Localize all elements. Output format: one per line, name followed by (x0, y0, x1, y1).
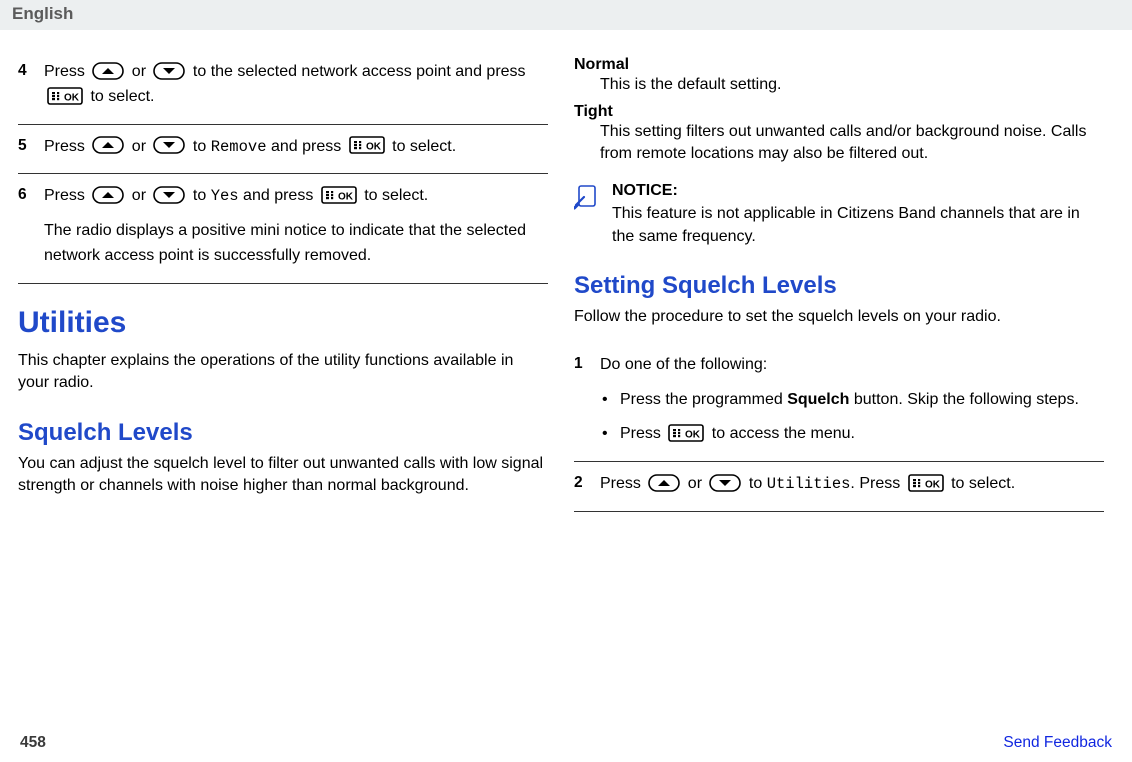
notice-text: NOTICE: This feature is not applicable i… (612, 180, 1104, 248)
mono-text: Yes (211, 187, 239, 205)
up-arrow-icon (648, 474, 680, 492)
bold-text: Squelch (787, 391, 849, 408)
step-body: Do one of the following: • Press the pro… (600, 353, 1104, 457)
bullet-item: • Press the programmed Squelch button. S… (602, 388, 1104, 413)
up-arrow-icon (92, 186, 124, 204)
header-language: English (0, 0, 1132, 30)
step-number: 2 (574, 472, 600, 492)
squelch-levels-heading: Squelch Levels (18, 419, 548, 447)
down-arrow-icon (709, 474, 741, 492)
utilities-intro: This chapter explains the operations of … (18, 350, 548, 395)
svg-text:OK: OK (366, 142, 382, 153)
utilities-heading: Utilities (18, 306, 548, 340)
ok-menu-icon: OK (908, 474, 944, 492)
step-body: Press or to the selected network access … (44, 60, 548, 110)
def-desc: This is the default setting. (600, 74, 1104, 97)
ok-menu-icon: OK (47, 87, 83, 105)
step-body: Press or to Utilities. Press OK to selec… (600, 472, 1104, 497)
ok-menu-icon: OK (668, 424, 704, 442)
left-column: 4 Press or to the selected network acces… (18, 50, 548, 512)
setting-step-2: 2 Press or to Utilities. Press OK to sel… (574, 461, 1104, 512)
notice-heading: NOTICE: (612, 180, 1104, 203)
svg-text:OK: OK (338, 192, 354, 203)
setting-squelch-heading: Setting Squelch Levels (574, 272, 1104, 300)
bullet-body: Press the programmed Squelch button. Ski… (620, 388, 1104, 412)
step-number: 6 (18, 184, 44, 204)
definition-normal: Normal This is the default setting. (574, 56, 1104, 97)
up-arrow-icon (92, 136, 124, 154)
squelch-levels-intro: You can adjust the squelch level to filt… (18, 453, 548, 498)
step-5: 5 Press or to Remove and press OK to sel… (18, 125, 548, 175)
setting-squelch-intro: Follow the procedure to set the squelch … (574, 306, 1104, 328)
mono-text: Utilities (767, 475, 851, 493)
ok-menu-icon: OK (321, 186, 357, 204)
ok-menu-icon: OK (349, 136, 385, 154)
step-number: 1 (574, 353, 600, 373)
right-column: Normal This is the default setting. Tigh… (574, 50, 1104, 512)
notice-body: This feature is not applicable in Citize… (612, 205, 1080, 245)
step-body: Press or to Yes and press OK to select. … (44, 184, 548, 268)
page-number: 458 (20, 734, 46, 752)
step-body: Press or to Remove and press OK to selec… (44, 135, 548, 160)
notice-icon (574, 180, 602, 215)
step-4: 4 Press or to the selected network acces… (18, 50, 548, 125)
up-arrow-icon (92, 62, 124, 80)
bullet-item: • Press OK to access the menu. (602, 422, 1104, 447)
bullet-marker: • (602, 388, 620, 413)
svg-text:OK: OK (64, 92, 80, 103)
step-number: 4 (18, 60, 44, 80)
svg-text:OK: OK (685, 430, 701, 441)
step-6: 6 Press or to Yes and press OK to select… (18, 174, 548, 283)
bullet-body: Press OK to access the menu. (620, 422, 1104, 446)
down-arrow-icon (153, 136, 185, 154)
step-number: 5 (18, 135, 44, 155)
down-arrow-icon (153, 186, 185, 204)
svg-text:OK: OK (925, 479, 941, 490)
definition-tight: Tight This setting filters out unwanted … (574, 103, 1104, 166)
step-lead: Do one of the following: (600, 353, 1104, 378)
bullet-marker: • (602, 422, 620, 447)
def-term: Tight (574, 103, 1104, 121)
down-arrow-icon (153, 62, 185, 80)
setting-step-1: 1 Do one of the following: • Press the p… (574, 343, 1104, 461)
notice-box: NOTICE: This feature is not applicable i… (574, 180, 1104, 248)
page-content: 4 Press or to the selected network acces… (0, 30, 1132, 522)
def-desc: This setting filters out unwanted calls … (600, 121, 1104, 166)
send-feedback-link[interactable]: Send Feedback (1003, 734, 1112, 752)
mono-text: Remove (211, 138, 267, 156)
def-term: Normal (574, 56, 1104, 74)
step-extra-note: The radio displays a positive mini notic… (44, 219, 548, 269)
footer: 458 Send Feedback (0, 734, 1132, 752)
